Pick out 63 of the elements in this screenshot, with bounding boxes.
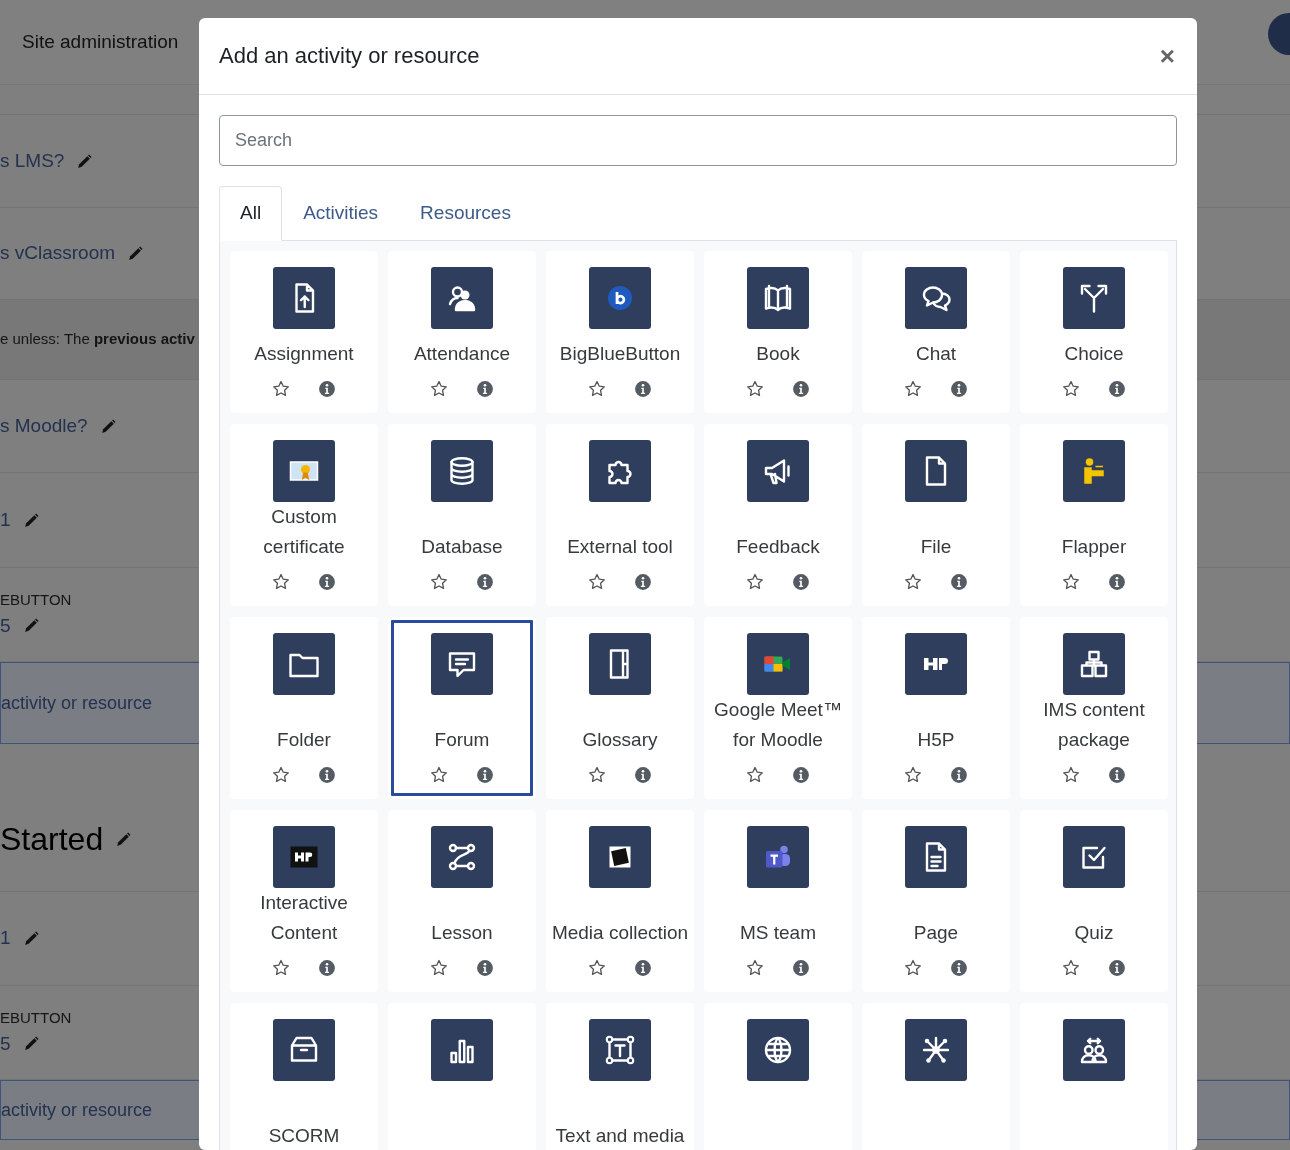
activity-card[interactable]: BigBlueButton [546,250,694,413]
activity-name: Forum [434,727,490,752]
activity-card[interactable]: Database [388,423,536,606]
activity-card[interactable]: Forum [388,616,536,799]
activity-name: Folder [277,727,331,752]
activity-name: Quiz [1074,920,1114,945]
activity-card[interactable]: Assignment [230,250,378,413]
activity-name: Book [756,341,800,366]
activity-card[interactable]: Attendance [388,250,536,413]
activity-card[interactable]: Quiz [1020,809,1168,992]
activity-name: Attendance [413,341,511,366]
activity-card[interactable]: Page [862,809,1010,992]
activity-card[interactable]: IMS content package [1020,616,1168,799]
activity-card[interactable]: Interactive Content [230,809,378,992]
close-button[interactable]: × [1157,43,1177,69]
activity-card[interactable]: Feedback [704,423,852,606]
tab[interactable]: Resources [399,186,532,241]
activity-name: Feedback [736,534,820,559]
activity-card[interactable]: External tool [546,423,694,606]
activity-type-label: EBUTTON [0,590,73,610]
modal-title: Add an activity or resource [219,42,480,70]
activity-name: Choice [1064,341,1124,366]
search-field[interactable]: Search [219,115,1177,166]
activity-name: Interactive Content [259,890,349,945]
activity-card[interactable]: Google Meet™ for Moodle [704,616,852,799]
activity-name: Database [421,534,503,559]
activity-name: Google Meet™ for Moodle [713,697,843,752]
activity-card[interactable]: Lesson [388,809,536,992]
activity-card[interactable]: Custom certificate [230,423,378,606]
restriction-note: e unless: The previous activ [0,329,196,350]
activity-card[interactable]: Choice [1020,250,1168,413]
activity-card[interactable]: SCORM [230,1002,378,1150]
activity-name: External tool [567,534,673,559]
activity-name: Custom certificate [262,504,346,559]
activity-card[interactable]: Text and media [546,1002,694,1150]
activity-card[interactable]: Folder [230,616,378,799]
activity-name: SCORM [268,1123,340,1148]
activity-card[interactable]: H5P [862,616,1010,799]
activity-card[interactable]: Glossary [546,616,694,799]
activity-card[interactable]: Media collection [546,809,694,992]
activity-card[interactable]: Chat [862,250,1010,413]
tab[interactable]: All [219,186,283,241]
activity-name: Flapper [1061,534,1127,559]
activity-card[interactable]: File [862,423,1010,606]
activity-card[interactable]: Book [704,250,852,413]
activity-name: Text and media [555,1123,685,1148]
activity-name: IMS content package [1042,697,1146,752]
section-title: Started [0,820,104,859]
activity-card[interactable]: Flapper [1020,423,1168,606]
activity-name: Chat [915,341,957,366]
activity-name: MS team [740,920,816,945]
activity-name: H5P [917,727,955,752]
activity-name: Lesson [431,920,493,945]
activity-name: Assignment [254,341,354,366]
activity-name: Glossary [582,727,658,752]
activity-name: Media collection [551,920,689,945]
breadcrumb-link[interactable]: Site administration [22,27,179,57]
activity-name: File [920,534,952,559]
activity-type-label: EBUTTON [0,1008,73,1028]
tab[interactable]: Activities [282,186,400,241]
activity-name: BigBlueButton [559,341,681,366]
activity-card[interactable]: MS team [704,809,852,992]
activity-name: Page [913,920,959,945]
